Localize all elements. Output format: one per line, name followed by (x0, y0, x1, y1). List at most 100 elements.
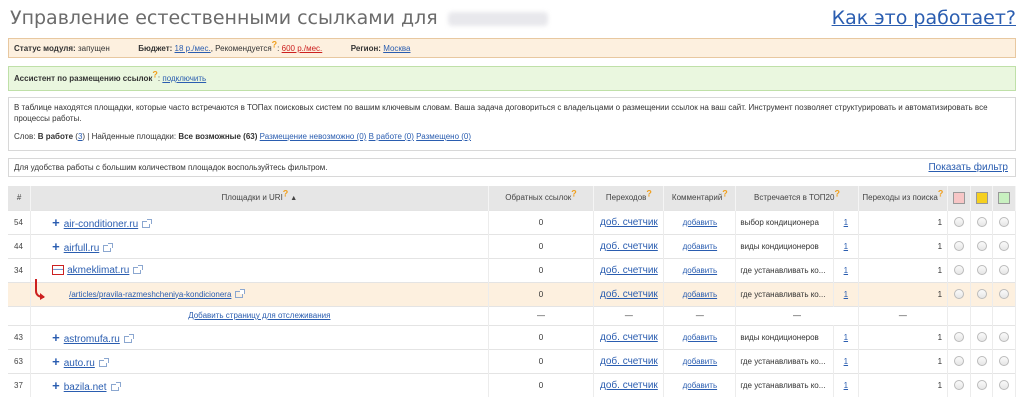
status-yellow-cell (970, 257, 994, 282)
external-link-icon[interactable] (133, 264, 144, 274)
status-red-radio[interactable] (953, 289, 964, 299)
help-icon[interactable]: ? (722, 189, 728, 199)
site-link[interactable]: bazila.net (64, 382, 107, 393)
page-header: Управление естественными ссылками для Ка… (10, 4, 1016, 32)
top-count-link[interactable]: 1 (844, 333, 848, 342)
external-link-icon[interactable] (103, 242, 114, 252)
expand-icon[interactable]: + (52, 215, 60, 230)
add-counter-link[interactable]: доб. счетчик (600, 217, 658, 228)
placement-impossible-link[interactable]: Размещение невозможно (0) (260, 132, 367, 141)
add-counter-link[interactable]: доб. счетчик (600, 380, 658, 391)
help-icon[interactable]: ? (834, 189, 840, 199)
add-comment-link[interactable]: добавить (683, 242, 718, 251)
expand-icon[interactable]: + (52, 354, 60, 369)
expand-icon[interactable]: + (52, 239, 60, 254)
help-icon[interactable]: ? (283, 189, 289, 199)
status-red-radio[interactable] (953, 265, 964, 275)
add-counter-link[interactable]: доб. счетчик (600, 356, 658, 367)
row-num: 63 (8, 348, 32, 373)
add-counter-link[interactable]: доб. счетчик (600, 289, 658, 300)
backlinks-cell: 0 (488, 209, 595, 234)
status-red-radio[interactable] (953, 217, 964, 227)
status-red-radio[interactable] (953, 332, 964, 342)
status-green-radio[interactable] (999, 289, 1010, 299)
add-comment-link[interactable]: добавить (683, 290, 718, 299)
status-yellow-header[interactable] (970, 186, 994, 210)
status-green-radio[interactable] (999, 380, 1010, 391)
add-comment-link[interactable]: добавить (683, 333, 718, 342)
help-icon[interactable]: ? (571, 189, 577, 199)
status-green-radio[interactable] (999, 356, 1010, 366)
help-icon[interactable]: ? (152, 69, 158, 79)
status-yellow-radio[interactable] (976, 265, 987, 275)
status-yellow-radio[interactable] (976, 332, 987, 342)
status-green-header[interactable] (992, 186, 1016, 210)
recommended-value-link[interactable]: 600 р./мес. (282, 44, 323, 53)
status-green-radio[interactable] (999, 217, 1010, 227)
top-query-cell: где устанавливать ко... (735, 348, 834, 373)
yellow-status-swatch[interactable] (975, 191, 988, 204)
add-counter-link[interactable]: доб. счетчик (600, 265, 658, 276)
status-green-cell (992, 324, 1016, 349)
add-comment-link[interactable]: добавить (683, 218, 718, 227)
site-link[interactable]: airfull.ru (64, 243, 100, 254)
status-yellow-radio[interactable] (976, 217, 987, 227)
help-icon[interactable]: ? (646, 189, 652, 199)
status-red-radio[interactable] (953, 356, 964, 366)
search-clicks-cell: 1 (858, 372, 949, 397)
add-counter-link[interactable]: доб. счетчик (600, 332, 658, 343)
col-sites[interactable]: Площадки и URI?▲ (30, 186, 489, 210)
top-count-link[interactable]: 1 (844, 290, 848, 299)
region-link[interactable]: Москва (383, 44, 410, 53)
expand-icon[interactable]: + (52, 378, 60, 393)
status-yellow-radio[interactable] (976, 241, 987, 251)
external-link-icon[interactable] (110, 382, 121, 392)
add-counter-link[interactable]: доб. счетчик (600, 241, 658, 252)
status-green-radio[interactable] (999, 241, 1010, 251)
filter-bar: Для удобства работы с большим количество… (8, 158, 1016, 177)
top-count-link[interactable]: 1 (844, 381, 848, 390)
site-cell: + air-conditioner.ru (30, 209, 489, 234)
status-yellow-radio[interactable] (976, 380, 987, 391)
help-icon[interactable]: ? (272, 39, 278, 49)
show-filter-link[interactable]: Показать фильтр (928, 159, 1008, 177)
status-green-radio[interactable] (999, 332, 1010, 342)
sort-arrow-icon[interactable]: ▲ (290, 195, 297, 202)
add-comment-link[interactable]: добавить (683, 357, 718, 366)
collapse-icon[interactable]: — (52, 265, 65, 276)
external-link-icon[interactable] (98, 357, 109, 367)
uri-link[interactable]: /articles/pravila-razmeshcheniya-kondici… (69, 290, 231, 299)
top-count-link[interactable]: 1 (844, 357, 848, 366)
status-yellow-radio[interactable] (976, 356, 987, 366)
placed-link[interactable]: Размещено (0) (416, 132, 471, 141)
status-red-radio[interactable] (953, 241, 964, 251)
site-link[interactable]: akmeklimat.ru (67, 265, 129, 276)
site-link[interactable]: astromufa.ru (64, 334, 120, 345)
site-link[interactable]: auto.ru (64, 358, 95, 369)
add-comment-link[interactable]: добавить (683, 381, 718, 390)
status-red-radio[interactable] (953, 380, 964, 391)
status-green-radio[interactable] (999, 265, 1010, 275)
connect-assistant-link[interactable]: подключить (162, 74, 206, 83)
add-comment-link[interactable]: добавить (683, 266, 718, 275)
top-count-link[interactable]: 1 (844, 242, 848, 251)
status-red-header[interactable] (947, 186, 971, 210)
expand-icon[interactable]: + (52, 330, 60, 345)
budget-link[interactable]: 18 р./мес. (175, 44, 211, 53)
top-count-link[interactable]: 1 (844, 218, 848, 227)
how-it-works-link[interactable]: Как это работает? (832, 7, 1016, 29)
red-status-swatch[interactable] (952, 191, 965, 204)
site-link[interactable]: air-conditioner.ru (64, 219, 138, 230)
in-work-count-link[interactable]: 3 (78, 132, 82, 141)
top-count-link[interactable]: 1 (844, 266, 848, 275)
all-possible-tab[interactable]: Все возможные (63) (178, 132, 257, 141)
external-link-icon[interactable] (142, 218, 153, 228)
green-status-swatch[interactable] (998, 191, 1011, 204)
add-page-link[interactable]: Добавить страницу для отслеживания (188, 311, 330, 320)
status-yellow-radio[interactable] (976, 289, 987, 299)
in-work-sites-link[interactable]: В работе (0) (369, 132, 414, 141)
help-icon[interactable]: ? (938, 189, 944, 199)
status-green-cell (992, 372, 1016, 397)
external-link-icon[interactable] (235, 288, 246, 298)
external-link-icon[interactable] (123, 333, 134, 343)
